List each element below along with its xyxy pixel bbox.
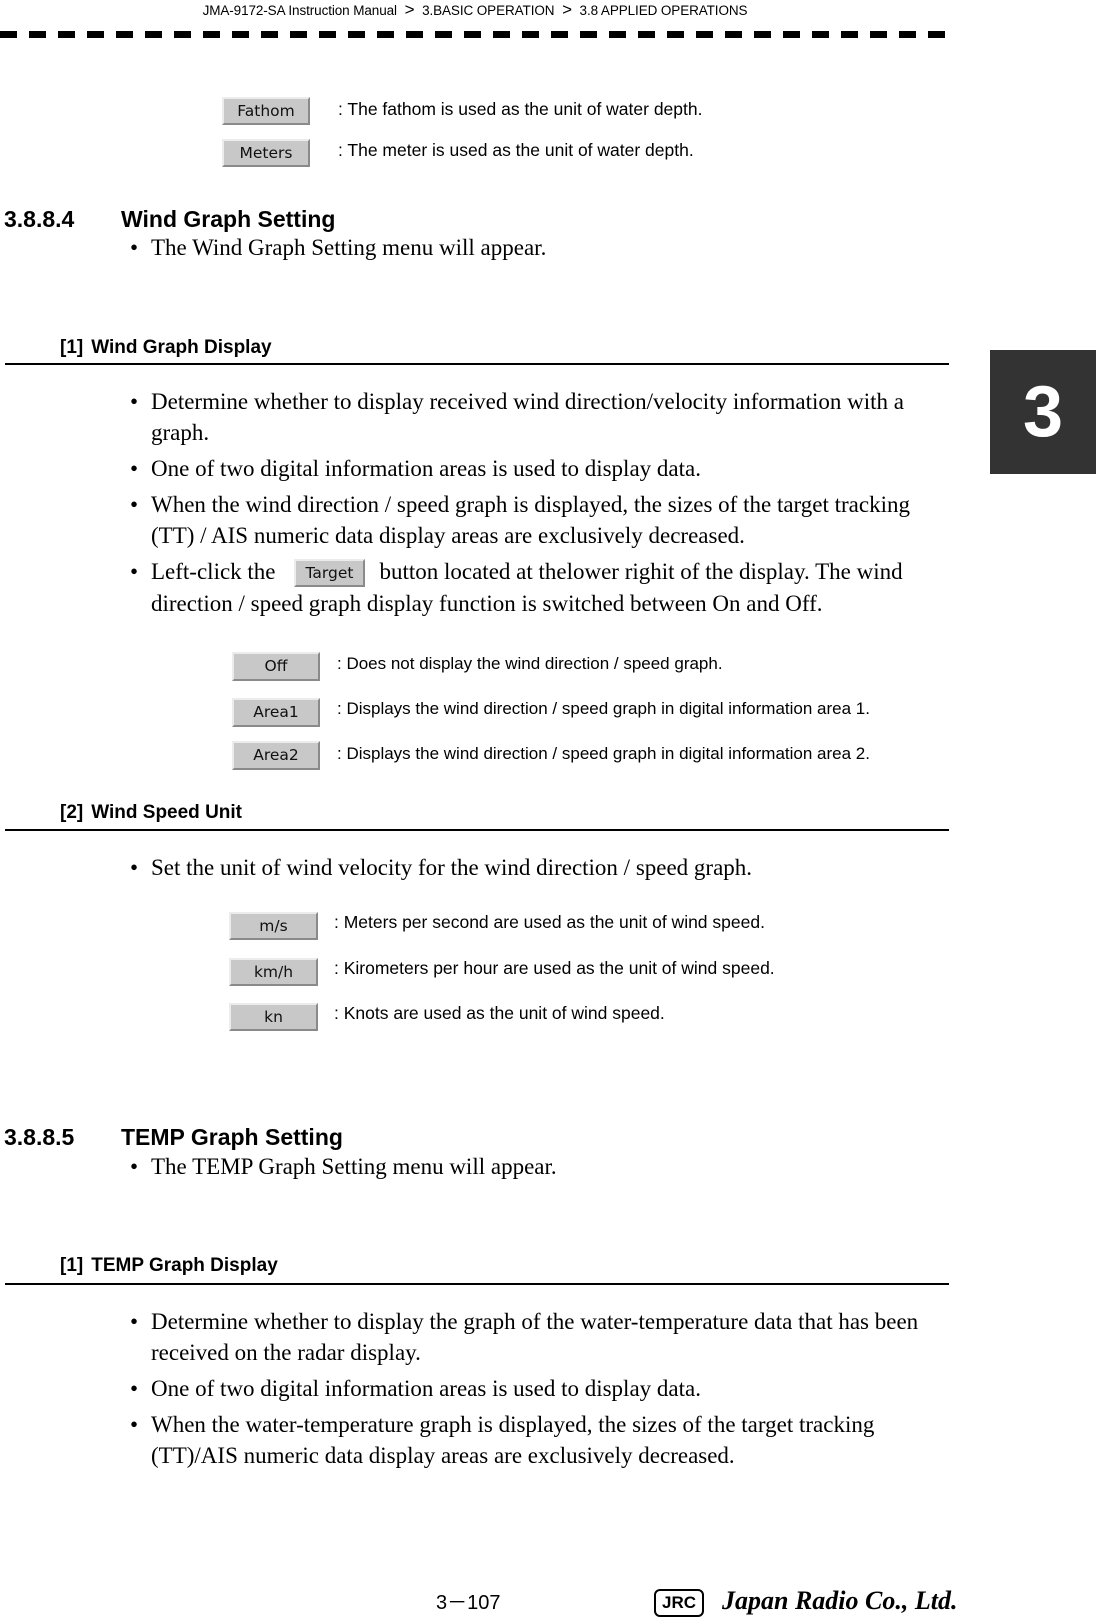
list-item: • One of two digital information areas is…	[130, 453, 950, 484]
meters-button[interactable]: Meters	[222, 139, 310, 167]
wind-graph-display-list: • Determine whether to display received w…	[130, 386, 950, 624]
section-number: 3.8.8.4	[4, 206, 75, 232]
list-item: • When the wind direction / speed graph i…	[130, 489, 950, 551]
subsection-index: [1]	[60, 1255, 84, 1276]
subsection-title: Wind Speed Unit	[91, 802, 243, 823]
subsection-divider	[5, 363, 949, 365]
header-dashed-divider	[0, 31, 952, 38]
list-item: • Determine whether to display the graph …	[130, 1306, 950, 1368]
subsection-heading: [2] Wind Speed Unit	[60, 802, 242, 824]
area1-description: : Displays the wind direction / speed gr…	[337, 699, 870, 718]
bullet-icon: •	[130, 492, 139, 517]
chapter-tab: 3	[990, 350, 1096, 474]
list-item: • Left-click the Target button located at t…	[130, 556, 950, 619]
area2-button[interactable]: Area2	[232, 741, 320, 770]
jrc-logo: JRC	[654, 1589, 705, 1617]
breadcrumb-item-manual: JMA-9172-SA Instruction Manual	[202, 3, 397, 18]
page-number: 3－107	[436, 1592, 501, 1614]
subsection-divider	[5, 829, 949, 831]
breadcrumb-separator-icon: >	[404, 0, 415, 19]
bullet-icon: •	[130, 855, 139, 880]
section-intro-list: • The Wind Graph Setting menu will appear…	[130, 232, 950, 268]
kmh-description: : Kirometers per hour are used as the un…	[334, 958, 775, 978]
bullet-icon: •	[130, 559, 139, 584]
list-item: • Determine whether to display received w…	[130, 386, 950, 448]
section-intro-list: • The TEMP Graph Setting menu will appear…	[130, 1151, 950, 1187]
list-item: • The TEMP Graph Setting menu will appear…	[130, 1151, 950, 1182]
bullet-icon: •	[130, 1376, 139, 1401]
fathom-button[interactable]: Fathom	[222, 97, 310, 125]
mps-button[interactable]: m/s	[229, 912, 318, 940]
subsection-index: [2]	[60, 802, 84, 823]
kn-description: : Knots are used as the unit of wind spe…	[334, 1003, 665, 1023]
area2-description: : Displays the wind direction / speed gr…	[337, 744, 870, 763]
meters-description: : The meter is used as the unit of water…	[338, 140, 694, 160]
off-description: : Does not display the wind direction / …	[337, 654, 723, 673]
subsection-heading: [1] TEMP Graph Display	[60, 1255, 278, 1277]
bullet-icon: •	[130, 235, 139, 260]
kmh-button[interactable]: km/h	[229, 958, 318, 986]
list-item: • When the water-temperature graph is dis…	[130, 1409, 950, 1471]
list-item: • The Wind Graph Setting menu will appear…	[130, 232, 950, 263]
section-number: 3.8.8.5	[4, 1124, 75, 1150]
company-name: Japan Radio Co., Ltd.	[722, 1586, 958, 1615]
bullet-icon: •	[130, 456, 139, 481]
fathom-description: : The fathom is used as the unit of wate…	[338, 99, 703, 119]
temp-graph-display-list: • Determine whether to display the graph …	[130, 1306, 950, 1476]
subsection-index: [1]	[60, 337, 84, 358]
breadcrumb: JMA-9172-SA Instruction Manual > 3.BASIC…	[0, 0, 950, 20]
wind-speed-unit-list: • Set the unit of wind velocity for the w…	[130, 852, 950, 888]
target-button[interactable]: Target	[293, 558, 366, 587]
list-item: • One of two digital information areas is…	[130, 1373, 950, 1404]
bullet-icon: •	[130, 389, 139, 414]
bullet-icon: •	[130, 1309, 139, 1334]
section-title: Wind Graph Setting	[121, 206, 336, 232]
list-item: • Set the unit of wind velocity for the w…	[130, 852, 950, 883]
breadcrumb-item-chapter: 3.BASIC OPERATION	[422, 3, 555, 18]
subsection-title: TEMP Graph Display	[91, 1255, 278, 1276]
area1-button[interactable]: Area1	[232, 698, 320, 727]
off-button[interactable]: Off	[232, 652, 320, 681]
bullet-icon: •	[130, 1154, 139, 1179]
mps-description: : Meters per second are used as the unit…	[334, 912, 765, 932]
section-title: TEMP Graph Setting	[121, 1124, 343, 1150]
breadcrumb-separator-icon: >	[562, 0, 572, 19]
subsection-title: Wind Graph Display	[91, 337, 272, 358]
breadcrumb-item-section: 3.8 APPLIED OPERATIONS	[579, 3, 748, 18]
subsection-divider	[5, 1283, 949, 1285]
bullet-icon: •	[130, 1412, 139, 1437]
kn-button[interactable]: kn	[229, 1003, 318, 1031]
subsection-heading: [1] Wind Graph Display	[60, 337, 272, 359]
